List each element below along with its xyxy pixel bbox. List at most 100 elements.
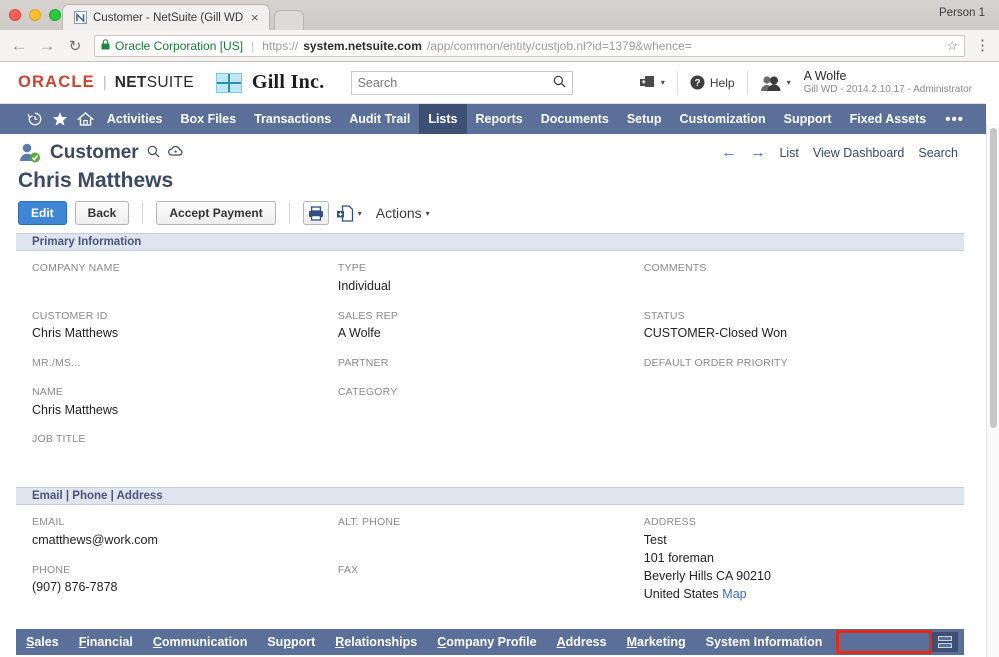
actions-menu-button[interactable]: Actions ▾: [376, 205, 430, 221]
primary-information-title: Primary Information: [32, 236, 141, 248]
field-alt-phone: ALT. PHONE: [338, 515, 626, 550]
recent-records-icon[interactable]: [22, 104, 47, 134]
subtab-label: ales: [34, 635, 58, 649]
field-label: MR./MS...: [32, 356, 320, 372]
browser-tab-customer[interactable]: Customer - NetSuite (Gill WD ×: [62, 4, 270, 30]
subtab-financial[interactable]: Financial: [69, 629, 143, 655]
url-address-bar[interactable]: Oracle Corporation [US] | https:// syste…: [94, 35, 965, 57]
nav-item-box-files[interactable]: Box Files: [171, 104, 245, 134]
subtab-address[interactable]: Address: [547, 629, 617, 655]
subtab-marketing[interactable]: Marketing: [617, 629, 696, 655]
user-role-version: Gill WD - 2014.2.10.17 - Administrator: [804, 84, 972, 96]
nav-overflow-icon[interactable]: •••: [935, 104, 986, 134]
subtab-company-profile[interactable]: Company Profile: [427, 629, 546, 655]
field-label: COMMENTS: [644, 261, 946, 277]
previous-record-icon[interactable]: ←: [721, 144, 736, 161]
subtab-support[interactable]: Support: [257, 629, 325, 655]
nav-item-fixed-assets[interactable]: Fixed Assets: [841, 104, 936, 134]
subtab-system-information[interactable]: System Information: [696, 629, 833, 655]
page-scrollbar[interactable]: [986, 124, 999, 657]
map-link[interactable]: Map: [722, 587, 746, 601]
customer-record-icon: [18, 142, 42, 164]
print-button[interactable]: [303, 201, 329, 225]
next-record-icon[interactable]: →: [750, 144, 765, 161]
nav-item-activities[interactable]: Activities: [98, 104, 172, 134]
user-menu[interactable]: ▾ A Wolfe Gill WD - 2014.2.10.17 - Admin…: [760, 69, 972, 96]
nav-item-reports[interactable]: Reports: [467, 104, 532, 134]
search-icon[interactable]: [553, 75, 566, 91]
netsuite-logo-bold: NET: [115, 74, 147, 91]
quick-add-button[interactable]: ▾: [640, 75, 665, 90]
user-name: A Wolfe: [804, 69, 972, 84]
subtab-relationships[interactable]: Relationships: [325, 629, 427, 655]
address-line-1: Test: [644, 531, 946, 549]
netsuite-favicon-icon: [73, 11, 87, 25]
field-label: STATUS: [644, 309, 946, 325]
record-cloud-icon[interactable]: [168, 145, 184, 161]
help-icon: ?: [690, 75, 705, 90]
tab-strip: Customer - NetSuite (Gill WD ×: [62, 0, 304, 30]
subtab-communication[interactable]: Communication: [143, 629, 257, 655]
field-label: ADDRESS: [644, 515, 946, 531]
search-link[interactable]: Search: [918, 146, 958, 160]
browser-menu-icon[interactable]: ⋮: [975, 38, 989, 53]
nav-item-documents[interactable]: Documents: [532, 104, 618, 134]
subtab-accel: M: [627, 635, 637, 649]
home-icon[interactable]: [73, 104, 98, 134]
close-window-button[interactable]: [9, 9, 21, 21]
nav-item-customization[interactable]: Customization: [671, 104, 775, 134]
new-record-button[interactable]: ▾: [337, 205, 362, 222]
subtab-accel: C: [437, 635, 446, 649]
nav-item-support[interactable]: Support: [775, 104, 841, 134]
browser-forward-icon[interactable]: →: [38, 37, 56, 54]
field-value: Chris Matthews: [32, 401, 320, 420]
actions-label: Actions: [376, 205, 422, 221]
subtab-accel: A: [557, 635, 566, 649]
header-divider-1: [677, 71, 678, 95]
address-line-2: 101 foreman: [644, 549, 946, 567]
field-label: TYPE: [338, 261, 626, 277]
oracle-logo: ORACLE: [18, 73, 95, 92]
scrollbar-thumb[interactable]: [990, 128, 997, 428]
contact-information-band[interactable]: Email | Phone | Address: [16, 487, 964, 505]
new-tab-button[interactable]: [274, 10, 304, 30]
highlighted-empty-subtab-region[interactable]: [836, 630, 932, 654]
profile-person-label[interactable]: Person 1: [939, 7, 985, 19]
field-label: PARTNER: [338, 356, 626, 372]
subtab-sales[interactable]: Sales: [16, 629, 69, 655]
global-search-input[interactable]: Search: [351, 71, 573, 95]
nav-item-lists[interactable]: Lists: [419, 104, 466, 134]
field-customer-id: CUSTOMER ID Chris Matthews: [32, 309, 320, 344]
help-button[interactable]: ? Help: [690, 75, 735, 90]
browser-reload-icon[interactable]: ↻: [66, 37, 84, 55]
record-action-buttons: Edit Back Accept Payment ▾ Actions ▾: [18, 201, 964, 225]
browser-omnibox-bar: ← → ↻ Oracle Corporation [US] | https://…: [0, 30, 999, 62]
primary-information-band[interactable]: Primary Information: [16, 233, 964, 251]
nav-item-setup[interactable]: Setup: [618, 104, 671, 134]
record-subtab-bar: Sales Financial Communication Support Re…: [16, 629, 964, 655]
nav-item-transactions[interactable]: Transactions: [245, 104, 340, 134]
url-scheme: https://: [262, 39, 298, 53]
accept-payment-button[interactable]: Accept Payment: [156, 201, 275, 225]
subtab-label: ommunication: [162, 635, 247, 649]
view-dashboard-link[interactable]: View Dashboard: [813, 146, 905, 160]
panel-toggle-icon[interactable]: [932, 632, 958, 652]
field-value: A Wolfe: [338, 324, 626, 343]
subtab-label: ompany Profile: [446, 635, 536, 649]
field-label: CUSTOMER ID: [32, 309, 320, 325]
list-link[interactable]: List: [779, 146, 798, 160]
bookmark-star-icon[interactable]: ☆: [946, 38, 958, 54]
primary-column-2: TYPE Individual SALES REP A Wolfe PARTNE…: [338, 261, 644, 461]
address-country-line: United States Map: [644, 585, 946, 603]
back-button[interactable]: Back: [75, 201, 130, 225]
edit-button[interactable]: Edit: [18, 201, 67, 225]
field-value: [32, 277, 320, 296]
record-search-icon[interactable]: [147, 145, 160, 161]
minimize-window-button[interactable]: [29, 9, 41, 21]
nav-item-audit-trail[interactable]: Audit Trail: [340, 104, 419, 134]
browser-back-icon[interactable]: ←: [10, 37, 28, 54]
maximize-window-button[interactable]: [49, 9, 61, 21]
close-icon[interactable]: ×: [249, 11, 261, 24]
shortcuts-star-icon[interactable]: [47, 104, 72, 134]
subtab-accel: F: [79, 635, 87, 649]
